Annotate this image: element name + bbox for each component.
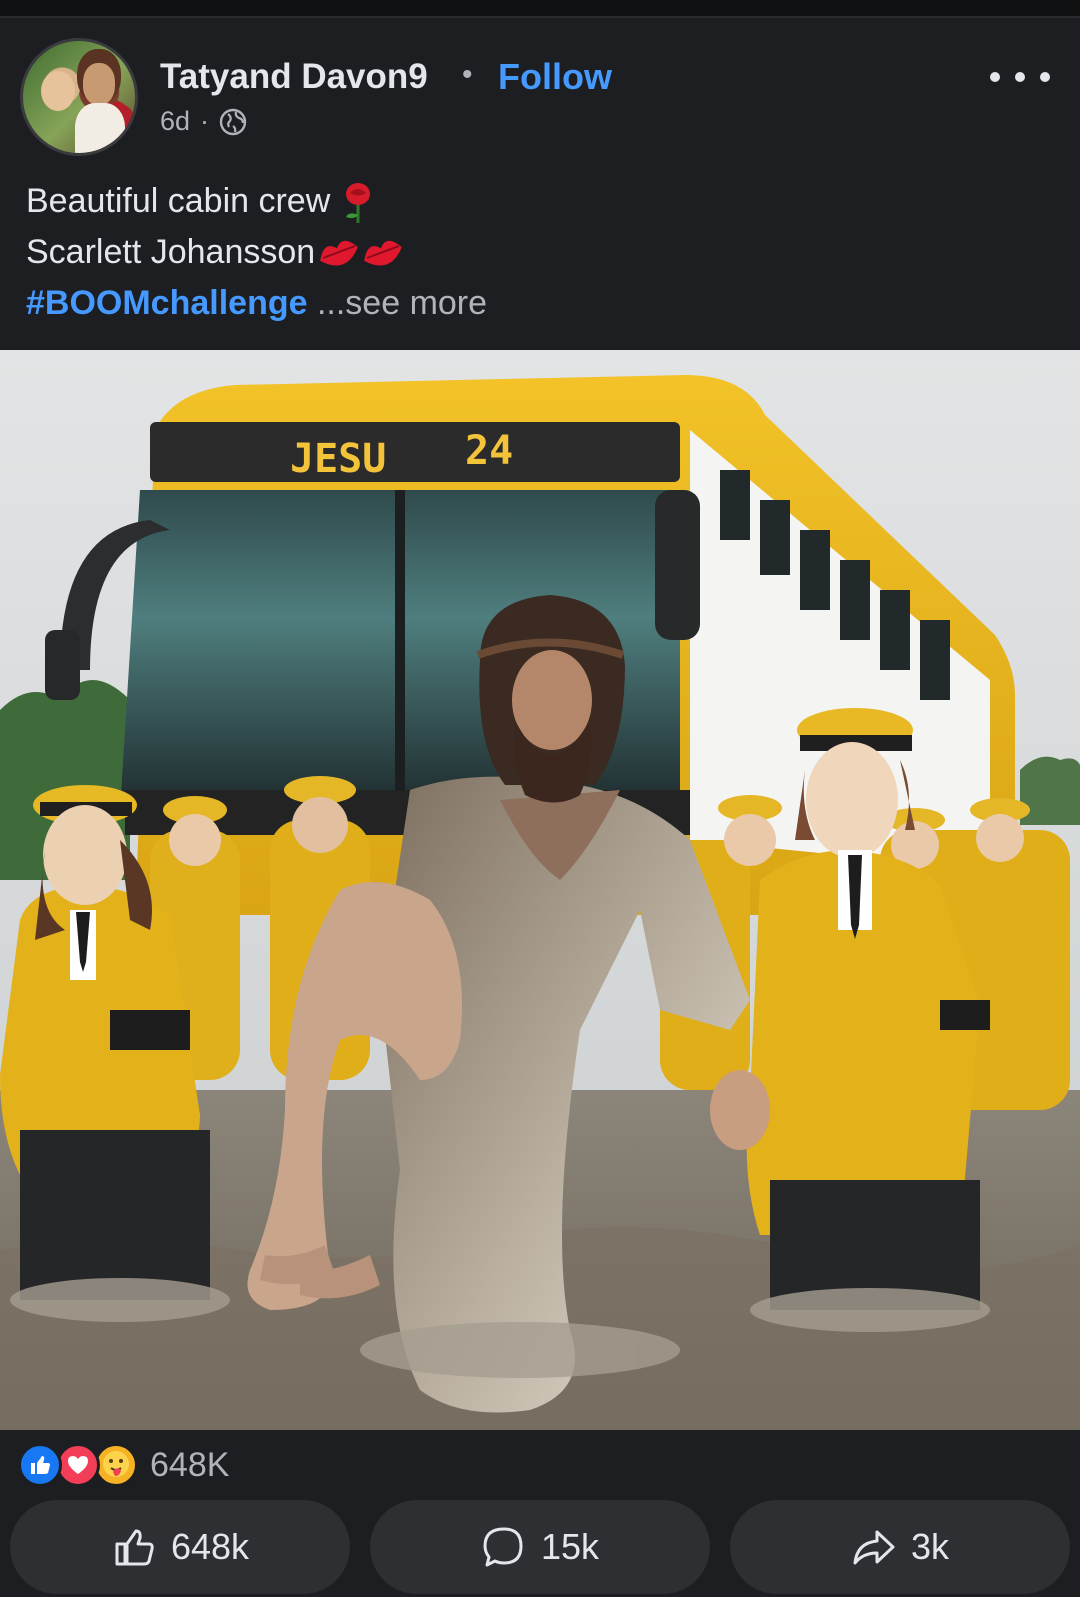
like-reaction-icon [18,1443,62,1487]
caption-text-2: Scarlett Johansson [26,233,316,271]
reactions-summary[interactable]: 648K [18,1443,229,1487]
post-header: Tatyand Davon9 • Follow 6d · [0,20,1080,160]
caption-text-1: Beautiful cabin crew [26,182,331,220]
status-strip [0,0,1080,18]
post-meta: 6d · [160,106,247,137]
bus-sign-left: JESU [290,436,386,482]
post-photo: JESU 24 [0,350,1080,1430]
kiss-mark-icon [320,240,402,266]
thumbs-up-icon [115,1529,154,1566]
caption-line-2: Scarlett Johansson [26,227,1056,278]
comment-button[interactable]: 15k [370,1500,710,1594]
rose-icon [345,183,370,224]
like-count: 648k [170,1526,250,1567]
see-more-link[interactable]: ...see more [317,284,487,322]
meta-separator: · [200,106,210,136]
post-actions: 648k 15k 3k [10,1500,1070,1594]
reaction-count: 648K [150,1445,230,1484]
follow-button[interactable]: Follow [498,56,612,98]
comment-bubble-icon [483,1527,523,1567]
share-button[interactable]: 3k [730,1500,1070,1594]
globe-icon [219,108,247,135]
author-avatar[interactable] [20,38,138,156]
bus-sign-right: 24 [465,428,513,474]
share-arrow-icon [853,1530,895,1565]
caption-line-1: Beautiful cabin crew [26,176,1056,227]
love-reaction-icon [56,1443,100,1487]
share-count: 3k [910,1526,950,1567]
post-image[interactable]: JESU 24 [0,350,1080,1430]
care-reaction-icon [94,1443,138,1487]
header-separator: • [462,58,473,91]
author-name[interactable]: Tatyand Davon9 [160,57,428,97]
caption-line-3: #BOOMchallenge ...see more [26,278,1056,329]
comment-count: 15k [540,1526,600,1567]
post-time[interactable]: 6d [160,106,190,137]
more-horizontal-icon[interactable] [990,57,1050,97]
like-button[interactable]: 648k [10,1500,350,1594]
hashtag-link[interactable]: #BOOMchallenge [26,284,308,322]
post-caption: Beautiful cabin crew Scarlett Johansson … [26,176,1056,329]
